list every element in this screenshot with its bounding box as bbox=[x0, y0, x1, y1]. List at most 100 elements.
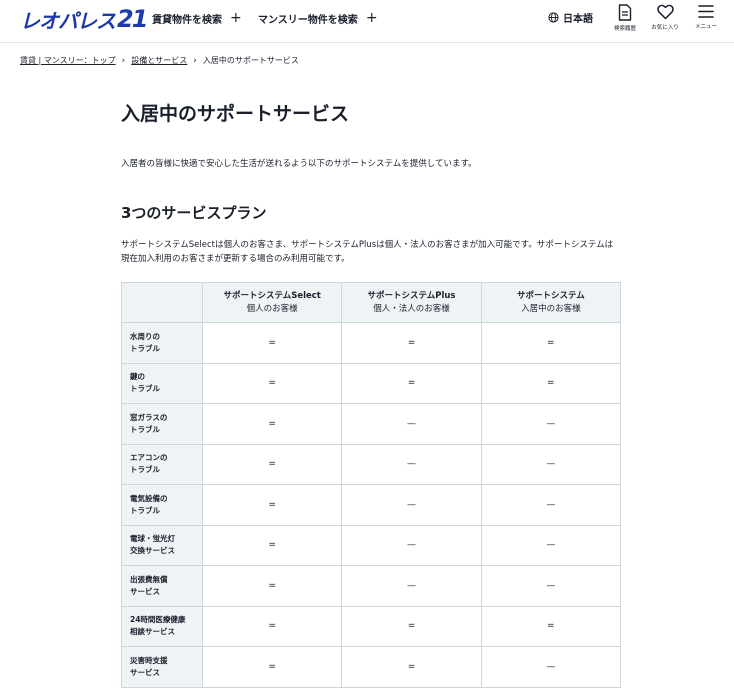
row-label-line: 水周りの bbox=[130, 331, 160, 341]
row-label-line: 相談サービス bbox=[130, 627, 175, 637]
column-name: サポートシステム bbox=[516, 290, 585, 301]
availability-mark: = bbox=[407, 378, 416, 389]
site-header: レオパレス 21 賃貸物件を検索 + マンスリー物件を検索 + 日本語 検索履歴… bbox=[0, 0, 734, 43]
row-label-line: トラブル bbox=[130, 505, 160, 515]
plan-cell: — bbox=[341, 524, 482, 566]
availability-mark: = bbox=[268, 540, 276, 551]
plan-cell: = bbox=[480, 605, 622, 647]
availability-mark: = bbox=[407, 337, 416, 348]
availability-mark: — bbox=[406, 580, 416, 591]
plan-cell: = bbox=[201, 524, 343, 566]
row-label: 窓ガラスの トラブル bbox=[121, 403, 203, 445]
row-label: 水周りの トラブル bbox=[121, 322, 203, 364]
availability-mark: = bbox=[268, 418, 276, 429]
availability-mark: = bbox=[547, 378, 555, 389]
plan-cell: = bbox=[201, 322, 343, 364]
availability-mark: = bbox=[547, 337, 555, 348]
availability-mark: — bbox=[406, 499, 416, 510]
plan-cell: — bbox=[341, 443, 482, 485]
breadcrumb-separator-icon: › bbox=[193, 55, 197, 66]
row-label-line: 24時間医療健康 bbox=[130, 615, 186, 625]
plan-cell: — bbox=[480, 565, 622, 607]
monthly-search-button[interactable]: マンスリー物件を検索 + bbox=[258, 10, 378, 26]
availability-mark: = bbox=[268, 459, 276, 470]
row-label-line: 出張費無償 bbox=[130, 574, 168, 584]
favorites-button[interactable]: お気に入り bbox=[648, 4, 682, 31]
plan-cell: = bbox=[201, 605, 343, 647]
row-label-line: 鍵の bbox=[130, 372, 145, 382]
availability-mark: — bbox=[406, 540, 416, 551]
logo-text: レオパレス bbox=[20, 8, 116, 33]
plan-cell: = bbox=[341, 605, 482, 647]
row-label-line: 交換サービス bbox=[130, 546, 175, 556]
column-header-plus: サポートシステムPlus 個人・法人のお客様 bbox=[341, 282, 482, 323]
availability-mark: — bbox=[406, 459, 416, 470]
table-corner-cell bbox=[121, 282, 203, 323]
row-label: 電球・蛍光灯 交換サービス bbox=[121, 524, 203, 566]
column-name: サポートシステムPlus bbox=[367, 290, 456, 301]
column-header-select: サポートシステムSelect 個人のお客様 bbox=[201, 282, 343, 323]
row-label-line: トラブル bbox=[130, 384, 160, 394]
language-selector[interactable]: 日本語 bbox=[548, 10, 593, 25]
plan-cell: = bbox=[201, 362, 343, 404]
breadcrumb-link-facilities[interactable]: 設備とサービス bbox=[131, 55, 187, 66]
row-label: 24時間医療健康 相談サービス bbox=[121, 605, 203, 647]
breadcrumb-separator-icon: › bbox=[121, 55, 126, 66]
column-audience: 個人のお客様 bbox=[246, 303, 298, 314]
menu-icon bbox=[698, 5, 714, 18]
column-audience: 入居中のお客様 bbox=[521, 303, 581, 314]
table-row: 水周りの トラブル = = = bbox=[121, 322, 622, 364]
row-label: 災害時支援 サービス bbox=[121, 646, 203, 688]
availability-mark: = bbox=[268, 580, 276, 591]
plan-cell: = bbox=[201, 484, 343, 526]
table-row: エアコンの トラブル = — — bbox=[121, 443, 622, 485]
table-row: 電球・蛍光灯 交換サービス = — — bbox=[121, 524, 622, 566]
menu-button[interactable]: メニュー bbox=[689, 4, 723, 30]
row-label-line: トラブル bbox=[130, 424, 160, 434]
availability-mark: — bbox=[406, 418, 416, 429]
row-label-line: 災害時支援 bbox=[130, 655, 168, 665]
row-label-line: 電気設備の bbox=[130, 493, 168, 503]
column-name: サポートシステムSelect bbox=[223, 290, 321, 301]
availability-mark: — bbox=[546, 580, 556, 591]
row-label-line: 窓ガラスの bbox=[130, 412, 168, 422]
table-header-row: サポートシステムSelect 個人のお客様 サポートシステムPlus 個人・法人… bbox=[121, 282, 622, 323]
availability-mark: — bbox=[546, 459, 556, 470]
section-title: 3つのサービスプラン bbox=[121, 204, 267, 222]
plan-cell: — bbox=[341, 484, 482, 526]
menu-caption: メニュー bbox=[694, 24, 717, 30]
breadcrumb-link-top[interactable]: 賃貸 | マンスリー：トップ bbox=[20, 55, 116, 66]
plan-cell: = bbox=[201, 646, 343, 688]
intro-text: 入居者の皆様に快適で安心した生活が送れるよう以下のサポートシステムを提供していま… bbox=[121, 159, 477, 169]
row-label: 鍵の トラブル bbox=[121, 362, 203, 404]
availability-mark: = bbox=[268, 621, 276, 632]
availability-mark: — bbox=[546, 499, 556, 510]
plan-cell: — bbox=[480, 403, 622, 445]
availability-mark: = bbox=[547, 621, 555, 632]
plan-cell: = bbox=[201, 565, 343, 607]
rental-search-button[interactable]: 賃貸物件を検索 + bbox=[152, 10, 242, 26]
site-logo[interactable]: レオパレス 21 bbox=[20, 5, 148, 33]
availability-mark: = bbox=[407, 661, 416, 672]
plan-cell: — bbox=[341, 403, 482, 445]
row-label-line: エアコンの bbox=[130, 453, 168, 463]
breadcrumb-current: 入居中のサポートサービス bbox=[202, 56, 299, 65]
plan-cell: — bbox=[480, 524, 622, 566]
breadcrumb: 賃貸 | マンスリー：トップ › 設備とサービス › 入居中のサポートサービス bbox=[20, 55, 299, 66]
page-title: 入居中のサポートサービス bbox=[121, 103, 350, 125]
availability-mark: = bbox=[407, 621, 416, 632]
rental-search-label: 賃貸物件を検索 bbox=[152, 14, 222, 26]
plan-cell: = bbox=[341, 646, 482, 688]
availability-mark: — bbox=[546, 418, 556, 429]
monthly-search-label: マンスリー物件を検索 bbox=[258, 14, 358, 26]
plan-cell: = bbox=[341, 362, 482, 404]
plus-icon: + bbox=[365, 10, 378, 26]
plan-cell: = bbox=[480, 362, 622, 404]
search-history-button[interactable]: 検索履歴 bbox=[608, 4, 642, 32]
globe-icon bbox=[548, 12, 559, 23]
plan-cell: — bbox=[480, 484, 622, 526]
row-label-line: サービス bbox=[130, 586, 160, 596]
search-history-caption: 検索履歴 bbox=[613, 26, 636, 32]
column-audience: 個人・法人のお客様 bbox=[373, 303, 450, 314]
availability-mark: = bbox=[268, 337, 276, 348]
